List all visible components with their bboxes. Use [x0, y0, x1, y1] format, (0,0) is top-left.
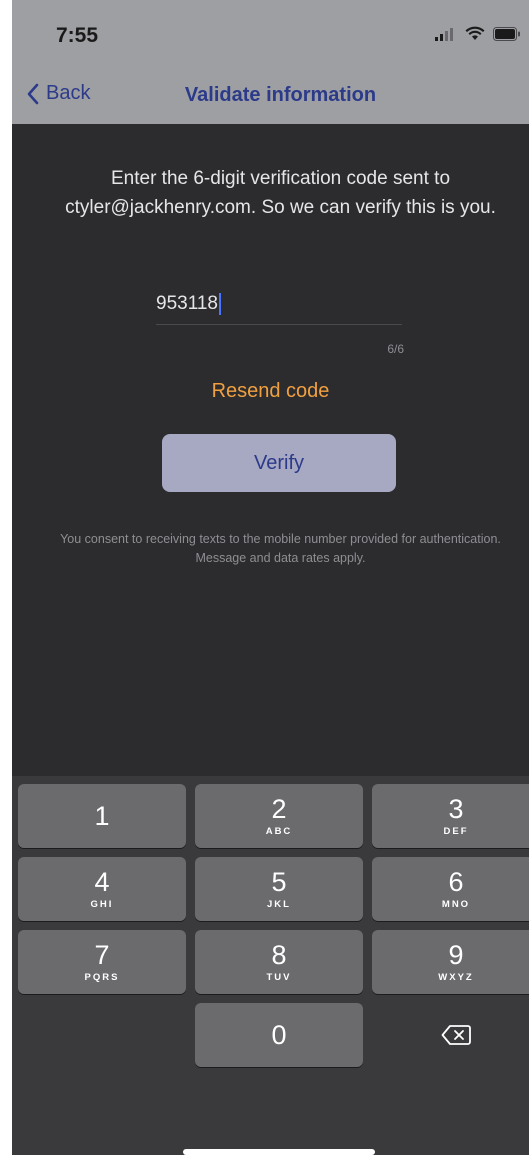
resend-code-link[interactable]: Resend code	[12, 380, 529, 403]
verify-button-label: Verify	[253, 451, 305, 474]
key-number: 8	[271, 939, 287, 970]
key-letters: PQRS	[84, 971, 120, 983]
key-0[interactable]: 0	[195, 1003, 363, 1067]
key-letters: ABC	[265, 825, 293, 837]
key-7[interactable]: 7 PQRS	[18, 930, 186, 994]
header: 7:55 Back Validate information	[12, 0, 529, 124]
phone-screen: 7:55 Back Validate information Enter the…	[12, 0, 529, 1155]
character-counter: 6/6	[387, 342, 404, 356]
key-number: 4	[94, 866, 110, 897]
page-title: Validate information	[184, 84, 377, 106]
key-3[interactable]: 3 DEF	[372, 784, 529, 848]
key-number: 0	[271, 1019, 287, 1050]
key-8[interactable]: 8 TUV	[195, 930, 363, 994]
home-indicator	[183, 1149, 375, 1155]
main-content: Enter the 6-digit verification code sent…	[12, 124, 529, 776]
key-letters: TUV	[266, 971, 292, 983]
key-1[interactable]: 1	[18, 784, 186, 848]
key-number: 1	[94, 800, 110, 831]
verification-instructions: Enter the 6-digit verification code sent…	[65, 168, 496, 218]
key-2[interactable]: 2 ABC	[195, 784, 363, 848]
key-number: 7	[94, 939, 110, 970]
key-letters: DEF	[443, 825, 469, 837]
key-letters: JKL	[267, 898, 291, 910]
key-letters: MNO	[441, 898, 471, 910]
status-time: 7:55	[56, 24, 99, 47]
delete-backspace-icon	[441, 1025, 471, 1045]
key-number: 6	[448, 866, 464, 897]
cellular-signal-icon	[435, 27, 453, 41]
key-number: 3	[448, 793, 464, 824]
status-icons	[435, 26, 521, 41]
wifi-icon	[465, 26, 485, 40]
key-4[interactable]: 4 GHI	[18, 857, 186, 921]
key-letters: WXYZ	[438, 971, 474, 983]
delete-key[interactable]	[372, 1003, 529, 1067]
verify-button[interactable]: Verify	[162, 434, 396, 492]
text-caret	[219, 293, 221, 315]
key-6[interactable]: 6 MNO	[372, 857, 529, 921]
consent-notice: You consent to receiving texts to the mo…	[60, 532, 501, 565]
key-number: 9	[448, 939, 464, 970]
key-9[interactable]: 9 WXYZ	[372, 930, 529, 994]
key-5[interactable]: 5 JKL	[195, 857, 363, 921]
numeric-keypad: 1 2 ABC 3 DEF 4 GHI 5 JKL 6 MNO 7 PQRS 8…	[12, 776, 529, 1155]
verification-code-input[interactable]: 953118	[156, 284, 402, 325]
battery-icon	[493, 26, 520, 41]
key-number: 5	[271, 866, 287, 897]
key-number: 2	[271, 793, 287, 824]
code-input-value: 953118	[156, 293, 218, 314]
key-letters: GHI	[90, 898, 114, 910]
